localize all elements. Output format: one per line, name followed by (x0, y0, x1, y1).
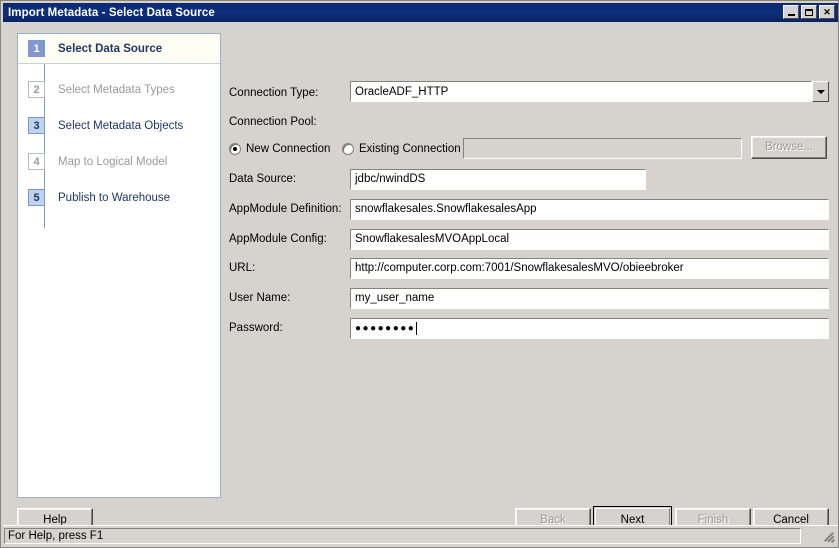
import-metadata-dialog: Import Metadata - Select Data Source ✕ 1… (0, 0, 839, 548)
data-source-label: Data Source: (229, 173, 297, 185)
chevron-down-icon[interactable] (812, 81, 829, 102)
minimize-icon (787, 13, 795, 16)
next-button-label: Next (620, 513, 645, 526)
password-masked-value: ●●●●●●●● (355, 322, 416, 334)
new-connection-radio[interactable]: New Connection (229, 143, 330, 155)
browse-button-label: Browse... (765, 141, 813, 153)
sidebar-item-label: Select Data Source (58, 42, 163, 55)
step-number-badge: 1 (28, 40, 45, 57)
sidebar-item-select-metadata-types[interactable]: 2 Select Metadata Types (18, 76, 220, 103)
url-label: URL: (229, 262, 256, 274)
appmodule-definition-label: AppModule Definition: (229, 203, 342, 215)
step-number-badge: 5 (28, 189, 45, 206)
radio-selected-icon (229, 143, 241, 155)
existing-connection-radio[interactable]: Existing Connection (342, 143, 461, 155)
user-name-label: User Name: (229, 292, 291, 304)
window-controls: ✕ (783, 5, 835, 19)
appmodule-definition-input[interactable]: snowflakesales.SnowflakesalesApp (349, 197, 830, 221)
step-number-badge: 3 (28, 117, 45, 134)
sidebar-item-label: Publish to Warehouse (58, 191, 171, 204)
wizard-step-list: 1 Select Data Source 2 Select Metadata T… (17, 33, 221, 498)
maximize-icon (805, 8, 813, 16)
connection-type-combobox[interactable]: OracleADF_HTTP (350, 81, 829, 102)
existing-connection-input (462, 136, 743, 160)
maximize-button[interactable] (801, 5, 817, 19)
sidebar-item-label: Select Metadata Objects (58, 119, 184, 132)
sidebar-item-label: Select Metadata Types (58, 83, 175, 96)
title-bar[interactable]: Import Metadata - Select Data Source ✕ (3, 3, 838, 22)
text-caret (416, 321, 418, 335)
connection-type-label: Connection Type: (229, 87, 319, 99)
status-bar: For Help, press F1 (3, 525, 838, 545)
sidebar-item-map-to-logical-model[interactable]: 4 Map to Logical Model (18, 148, 220, 175)
password-input[interactable]: ●●●●●●●● (349, 316, 830, 340)
sidebar-item-publish-to-warehouse[interactable]: 5 Publish to Warehouse (18, 184, 220, 211)
close-button[interactable]: ✕ (819, 5, 835, 19)
connection-type-value[interactable]: OracleADF_HTTP (350, 81, 812, 102)
status-text: For Help, press F1 (4, 528, 801, 544)
resize-grip-icon[interactable] (822, 530, 836, 544)
appmodule-config-input[interactable]: SnowflakesalesMVOAppLocal (349, 227, 830, 251)
back-button-label: Back (540, 513, 566, 526)
browse-button: Browse... (751, 135, 827, 159)
url-input[interactable]: http://computer.corp.com:7001/Snowflakes… (349, 256, 830, 280)
window-title: Import Metadata - Select Data Source (8, 6, 215, 19)
new-connection-label: New Connection (246, 143, 331, 155)
dialog-client-area: 1 Select Data Source 2 Select Metadata T… (3, 23, 838, 533)
minimize-button[interactable] (783, 5, 799, 19)
appmodule-config-label: AppModule Config: (229, 233, 327, 245)
data-source-input[interactable]: jdbc/nwindDS (349, 167, 647, 191)
finish-button-label: Finish (697, 513, 729, 526)
close-icon: ✕ (823, 6, 831, 17)
connection-pool-label: Connection Pool: (229, 116, 317, 128)
sidebar-item-select-metadata-objects[interactable]: 3 Select Metadata Objects (18, 112, 220, 139)
sidebar-item-label: Map to Logical Model (58, 155, 168, 168)
cancel-button-label: Cancel (773, 513, 809, 526)
user-name-input[interactable]: my_user_name (349, 286, 830, 310)
step-number-badge: 4 (28, 153, 45, 170)
existing-connection-label: Existing Connection (359, 143, 461, 155)
step-number-badge: 2 (28, 81, 45, 98)
radio-unselected-icon (342, 143, 354, 155)
sidebar-item-select-data-source[interactable]: 1 Select Data Source (18, 34, 220, 64)
password-label: Password: (229, 322, 283, 334)
help-button-label: Help (43, 513, 67, 526)
